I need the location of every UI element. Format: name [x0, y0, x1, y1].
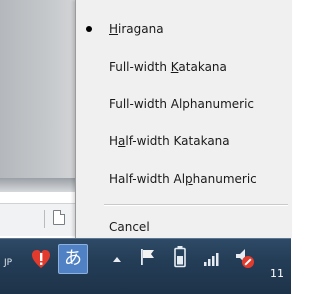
menu-item-label: Full-width Alphanumeric [109, 97, 255, 111]
menu-item-label: Hiragana [109, 22, 164, 36]
menu-item-hiragana[interactable]: Hiragana [76, 17, 292, 41]
clock-partial[interactable]: 11 [270, 267, 284, 280]
menu-item-half-width-katakana[interactable]: Half-width Katakana [76, 129, 292, 153]
background-divider [0, 178, 75, 192]
red-alert-icon[interactable] [30, 247, 52, 271]
menu-item-label: Half-width Alphanumeric [109, 172, 257, 186]
speaker-muted-icon[interactable] [232, 245, 256, 269]
background-panel [0, 0, 75, 178]
network-signal-icon[interactable] [202, 249, 222, 267]
action-center-flag-icon[interactable] [139, 247, 157, 267]
menu-item-full-width-alphanumeric[interactable]: Full-width Alphanumeric [76, 92, 292, 116]
menu-separator [104, 204, 288, 206]
battery-icon[interactable] [173, 245, 187, 269]
ime-mode-menu: Hiragana Full-width Katakana Full-width … [75, 0, 292, 238]
ime-mode-icon[interactable]: あ [58, 244, 88, 274]
menu-item-label: Full-width Katakana [109, 60, 227, 74]
status-bar-separator [44, 210, 45, 228]
background-window [0, 0, 75, 238]
menu-item-full-width-katakana[interactable]: Full-width Katakana [76, 55, 292, 79]
show-hidden-icons-arrow[interactable] [112, 255, 122, 263]
menu-item-label: Cancel [109, 220, 150, 234]
taskbar: JP あ 11 [0, 238, 291, 294]
page-icon[interactable] [53, 210, 65, 225]
menu-item-half-width-alphanumeric[interactable]: Half-width Alphanumeric [76, 167, 292, 191]
menu-item-cancel[interactable]: Cancel [76, 215, 292, 239]
bullet-dot [86, 26, 92, 32]
language-indicator[interactable]: JP [4, 258, 12, 268]
menu-item-label: Half-width Katakana [109, 134, 230, 148]
